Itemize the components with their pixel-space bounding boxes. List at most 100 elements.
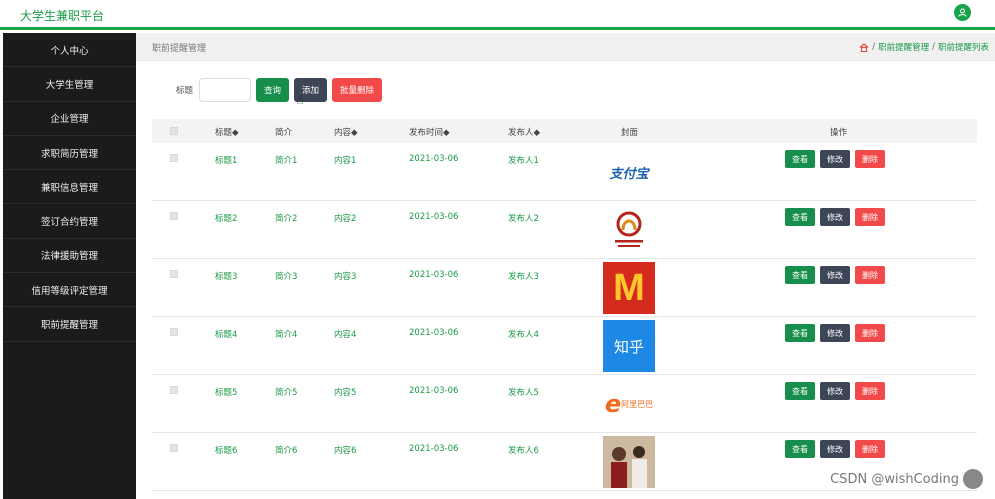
delete-button[interactable]: 删除 — [855, 266, 885, 284]
table-row: 标题2 简介2 内容2 2021-03-06 发布人2 查看 修改 删除 — [152, 201, 977, 259]
header-publisher[interactable]: 发布人◆ — [508, 126, 540, 138]
breadcrumb-item-reminder-management[interactable]: 职前提醒管理 — [878, 41, 929, 53]
delete-button[interactable]: 删除 — [855, 440, 885, 458]
header-cover: 封面 — [621, 128, 639, 138]
row-actions: 查看 修改 删除 — [785, 208, 885, 226]
table-header: 标题◆ 简介 内容◆ 发布时间◆ 发布人◆ 封面 操作 — [152, 119, 977, 143]
delete-button[interactable]: 删除 — [855, 208, 885, 226]
sidebar-item-credit-rating[interactable]: 信用等级评定管理 — [3, 273, 136, 308]
top-bar: 大学生兼职平台 — [0, 0, 995, 30]
view-button[interactable]: 查看 — [785, 150, 815, 168]
sidebar-item-personal-center[interactable]: 个人中心 — [3, 33, 136, 68]
row-checkbox[interactable] — [170, 386, 178, 394]
query-button[interactable]: 查询 — [256, 78, 290, 102]
edit-button[interactable]: 修改 — [820, 440, 850, 458]
cell-content: 内容1 — [334, 156, 357, 166]
cover-label: 知乎 — [613, 337, 644, 356]
cell-title: 标题4 — [215, 330, 238, 340]
sidebar-item-part-time-jobs[interactable]: 兼职信息管理 — [3, 170, 136, 205]
cell-publish-time: 2021-03-06 — [409, 444, 459, 454]
cell-publisher: 发布人1 — [508, 156, 539, 166]
breadcrumb: / 职前提醒管理 / 职前提醒列表 — [859, 41, 989, 53]
cover-label: 支付宝 — [609, 166, 649, 182]
cell-intro: 简介2 — [275, 214, 298, 224]
sidebar-item-resumes[interactable]: 求职简历管理 — [3, 136, 136, 171]
header-title[interactable]: 标题◆ — [215, 126, 239, 138]
breadcrumb-separator: / — [932, 42, 935, 52]
cover-photo-thumbnail — [603, 436, 655, 488]
cell-publisher: 发布人5 — [508, 388, 539, 398]
cell-publisher: 发布人6 — [508, 446, 539, 456]
row-checkbox[interactable] — [170, 444, 178, 452]
reminder-table: 标题◆ 简介 内容◆ 发布时间◆ 发布人◆ 封面 操作 标题1 简介1 内容1 … — [152, 119, 977, 491]
page-title: 职前提醒管理 — [152, 44, 207, 54]
sidebar-item-legal-aid[interactable]: 法律援助管理 — [3, 239, 136, 274]
cell-content: 内容2 — [334, 214, 357, 224]
hand-cursor-icon: ☝ — [296, 93, 304, 108]
sidebar-item-students[interactable]: 大学生管理 — [3, 67, 136, 102]
delete-button[interactable]: 删除 — [855, 324, 885, 342]
select-all-checkbox[interactable] — [170, 127, 178, 135]
batch-delete-button[interactable]: 批量删除 — [332, 78, 383, 102]
sidebar-item-contracts[interactable]: 签订合约管理 — [3, 204, 136, 239]
cell-publish-time: 2021-03-06 — [409, 386, 459, 396]
cell-title: 标题3 — [215, 272, 238, 282]
csdn-watermark: CSDN @wishCoding — [830, 469, 983, 489]
row-actions: 查看 修改 删除 — [785, 440, 885, 458]
cell-publish-time: 2021-03-06 — [409, 154, 459, 164]
row-checkbox[interactable] — [170, 212, 178, 220]
cover-alibaba-logo: e 阿里巴巴 — [603, 378, 655, 430]
row-actions: 查看 修改 删除 — [785, 150, 885, 168]
edit-button[interactable]: 修改 — [820, 266, 850, 284]
cell-content: 内容5 — [334, 388, 357, 398]
edit-button[interactable]: 修改 — [820, 150, 850, 168]
row-checkbox[interactable] — [170, 270, 178, 278]
cell-intro: 简介3 — [275, 272, 298, 282]
main-content: 职前提醒管理 / 职前提醒管理 / 职前提醒列表 标题 查询 添加 批量删除 ☝… — [136, 33, 995, 499]
cell-content: 内容4 — [334, 330, 357, 340]
cell-intro: 简介4 — [275, 330, 298, 340]
cell-content: 内容6 — [334, 446, 357, 456]
cell-title: 标题2 — [215, 214, 238, 224]
alibaba-e-icon: e — [604, 390, 622, 418]
delete-button[interactable]: 删除 — [855, 150, 885, 168]
cover-label: M — [613, 266, 645, 309]
breadcrumb-separator: / — [872, 42, 876, 52]
delete-button[interactable]: 删除 — [855, 382, 885, 400]
view-button[interactable]: 查看 — [785, 266, 815, 284]
sidebar-item-job-reminders[interactable]: 职前提醒管理 — [3, 307, 136, 342]
title-search-input[interactable] — [199, 78, 252, 102]
view-button[interactable]: 查看 — [785, 440, 815, 458]
cell-title: 标题6 — [215, 446, 238, 456]
view-button[interactable]: 查看 — [785, 208, 815, 226]
header-content[interactable]: 内容◆ — [334, 126, 358, 138]
edit-button[interactable]: 修改 — [820, 382, 850, 400]
cover-emblem-logo — [603, 204, 655, 256]
cell-publish-time: 2021-03-06 — [409, 270, 459, 280]
edit-button[interactable]: 修改 — [820, 208, 850, 226]
app-title: 大学生兼职平台 — [20, 9, 105, 23]
cover-label: 阿里巴巴 — [621, 399, 654, 409]
table-row: 标题1 简介1 内容1 2021-03-06 发布人1 支付宝 查看 修改 删除 — [152, 143, 977, 201]
edit-button[interactable]: 修改 — [820, 324, 850, 342]
row-actions: 查看 修改 删除 — [785, 266, 885, 284]
cell-publisher: 发布人2 — [508, 214, 539, 224]
view-button[interactable]: 查看 — [785, 382, 815, 400]
cover-mcdonalds-logo: M — [603, 262, 655, 314]
cell-publish-time: 2021-03-06 — [409, 328, 459, 338]
cell-title: 标题5 — [215, 388, 238, 398]
user-avatar-icon[interactable] — [954, 4, 971, 21]
cell-intro: 简介6 — [275, 446, 298, 456]
watermark-avatar-icon — [963, 469, 983, 489]
row-checkbox[interactable] — [170, 154, 178, 162]
sidebar: 个人中心 大学生管理 企业管理 求职简历管理 兼职信息管理 签订合约管理 法律援… — [3, 33, 136, 499]
view-button[interactable]: 查看 — [785, 324, 815, 342]
cell-publisher: 发布人3 — [508, 272, 539, 282]
search-label: 标题 — [176, 86, 194, 96]
sidebar-item-companies[interactable]: 企业管理 — [3, 102, 136, 136]
cell-intro: 简介5 — [275, 388, 298, 398]
home-icon[interactable] — [859, 42, 869, 52]
cell-title: 标题1 — [215, 156, 238, 166]
row-checkbox[interactable] — [170, 328, 178, 336]
header-publish-time[interactable]: 发布时间◆ — [409, 126, 450, 138]
